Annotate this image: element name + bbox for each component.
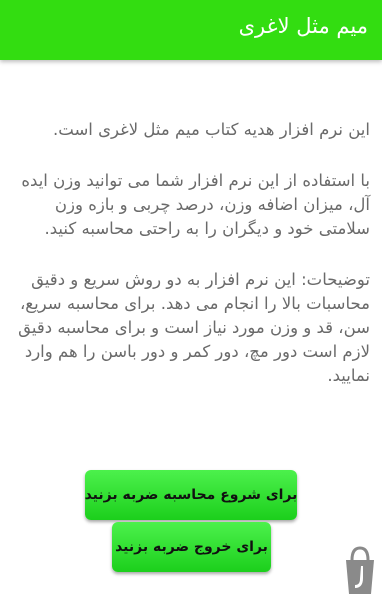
start-calculation-button[interactable]: برای شروع محاسبه ضربه بزنید	[85, 470, 297, 520]
intro-paragraph: این نرم افزار هدیه کتاب میم مثل لاغری اس…	[53, 120, 370, 139]
details-paragraph: توضیحات: این نرم افزار به دو روش سریع و …	[18, 270, 370, 385]
app-title: میم مثل لاغری	[238, 14, 368, 38]
usage-paragraph: با استفاده از این نرم افزار شما می توانی…	[21, 171, 370, 238]
description-text: این نرم افزار هدیه کتاب میم مثل لاغری اس…	[14, 118, 370, 415]
exit-button[interactable]: برای خروج ضربه بزنید	[112, 522, 271, 572]
app-bar: میم مثل لاغری	[0, 0, 382, 60]
bazaar-logo-icon	[346, 546, 374, 594]
